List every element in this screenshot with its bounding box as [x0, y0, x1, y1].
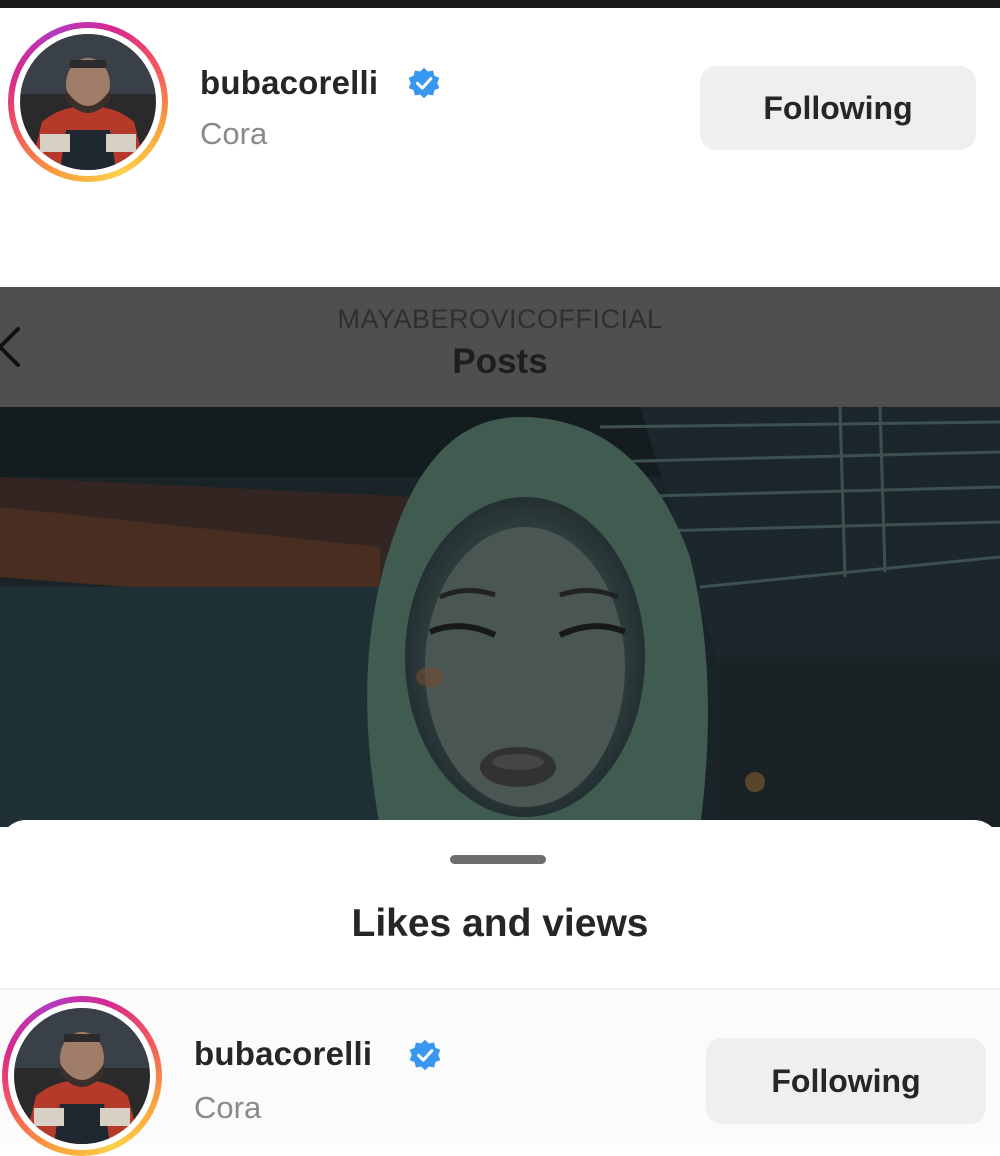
posts-header: MAYABEROVICOFFICIAL Posts — [0, 287, 1000, 407]
username[interactable]: bubacorelli — [194, 1035, 372, 1073]
verified-badge-icon — [408, 67, 440, 99]
user-row-bottom[interactable]: bubacorelli Cora Following — [0, 990, 1000, 1156]
sheet-drag-handle[interactable] — [450, 855, 546, 864]
page-title: Posts — [452, 342, 548, 381]
avatar — [14, 1008, 150, 1144]
avatar — [20, 34, 156, 170]
user-fullname: Cora — [194, 1090, 262, 1125]
following-button[interactable]: Following — [706, 1038, 986, 1124]
post-video[interactable] — [0, 407, 1000, 827]
likes-sheet[interactable]: Likes and views — [0, 820, 1000, 990]
status-bar-strip — [0, 0, 1000, 8]
user-fullname: Cora — [200, 116, 268, 151]
user-row-top[interactable]: bubacorelli Cora Following — [0, 8, 1000, 188]
avatar-story-ring[interactable] — [8, 22, 168, 182]
posts-account-name: MAYABEROVICOFFICIAL — [337, 304, 663, 334]
sheet-title: Likes and views — [351, 902, 649, 945]
avatar-story-ring[interactable] — [2, 996, 162, 1156]
following-button[interactable]: Following — [700, 66, 976, 150]
verified-badge-icon — [409, 1039, 441, 1071]
username[interactable]: bubacorelli — [200, 64, 378, 102]
